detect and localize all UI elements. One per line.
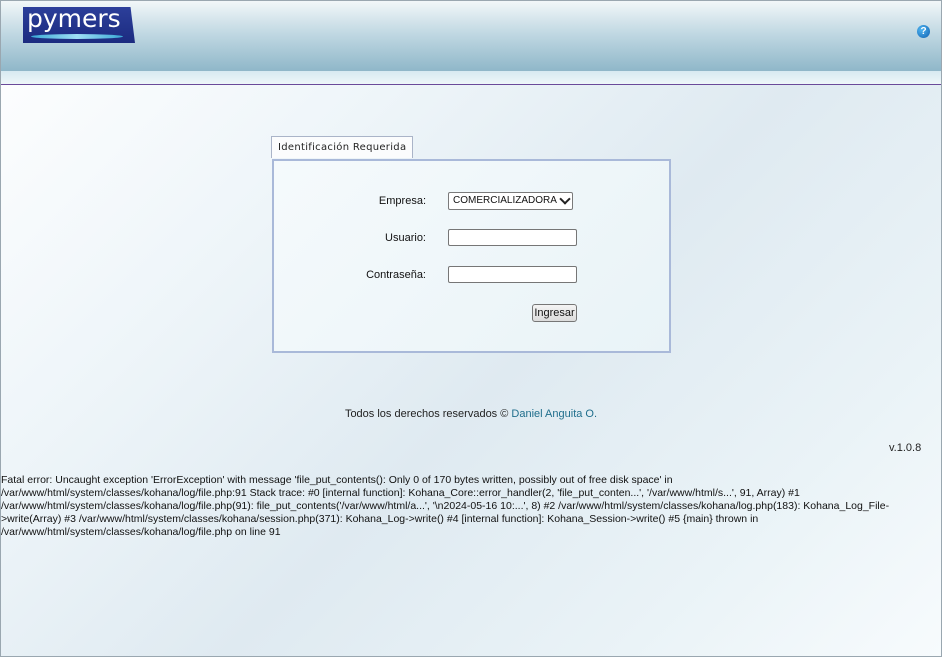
header-divider (1, 71, 941, 85)
password-label: Contraseña: (366, 269, 426, 281)
empresa-select[interactable]: COMERCIALIZADORA (448, 192, 573, 210)
error-line: /var/www/html/system/classes/kohana/log/… (1, 526, 281, 538)
login-form: Empresa: COMERCIALIZADORA Usuario: Contr… (272, 159, 671, 353)
error-line: >write(Array) #3 /var/www/html/system/cl… (1, 513, 759, 525)
help-icon[interactable]: ? (917, 25, 930, 38)
error-line: Fatal error: Uncaught exception 'ErrorEx… (1, 474, 673, 486)
version-label: v.1.0.8 (889, 442, 922, 454)
login-tab: Identificación Requerida (271, 136, 414, 158)
header-bar: pymers ? (1, 1, 941, 71)
ingresar-button[interactable]: Ingresar (532, 304, 577, 322)
usuario-input[interactable] (448, 229, 577, 246)
logo-text: pymers (27, 4, 121, 33)
usuario-label: Usuario: (385, 232, 426, 244)
pymers-logo[interactable]: pymers (23, 7, 135, 43)
footer: Todos los derechos reservados © Daniel A… (1, 408, 941, 420)
error-line: /var/www/html/system/classes/kohana/log/… (1, 500, 890, 512)
php-error-message: Fatal error: Uncaught exception 'ErrorEx… (1, 474, 941, 539)
empresa-label: Empresa: (378, 195, 426, 207)
logo-swoosh (31, 34, 123, 39)
author-link[interactable]: Daniel Anguita O. (511, 408, 597, 420)
password-input[interactable] (448, 266, 577, 283)
error-line: /var/www/html/system/classes/kohana/log/… (1, 487, 800, 499)
chevron-down-icon (559, 193, 571, 205)
rights-text: Todos los derechos reservados © (344, 408, 509, 420)
empresa-selected-value: COMERCIALIZADORA (453, 195, 557, 206)
